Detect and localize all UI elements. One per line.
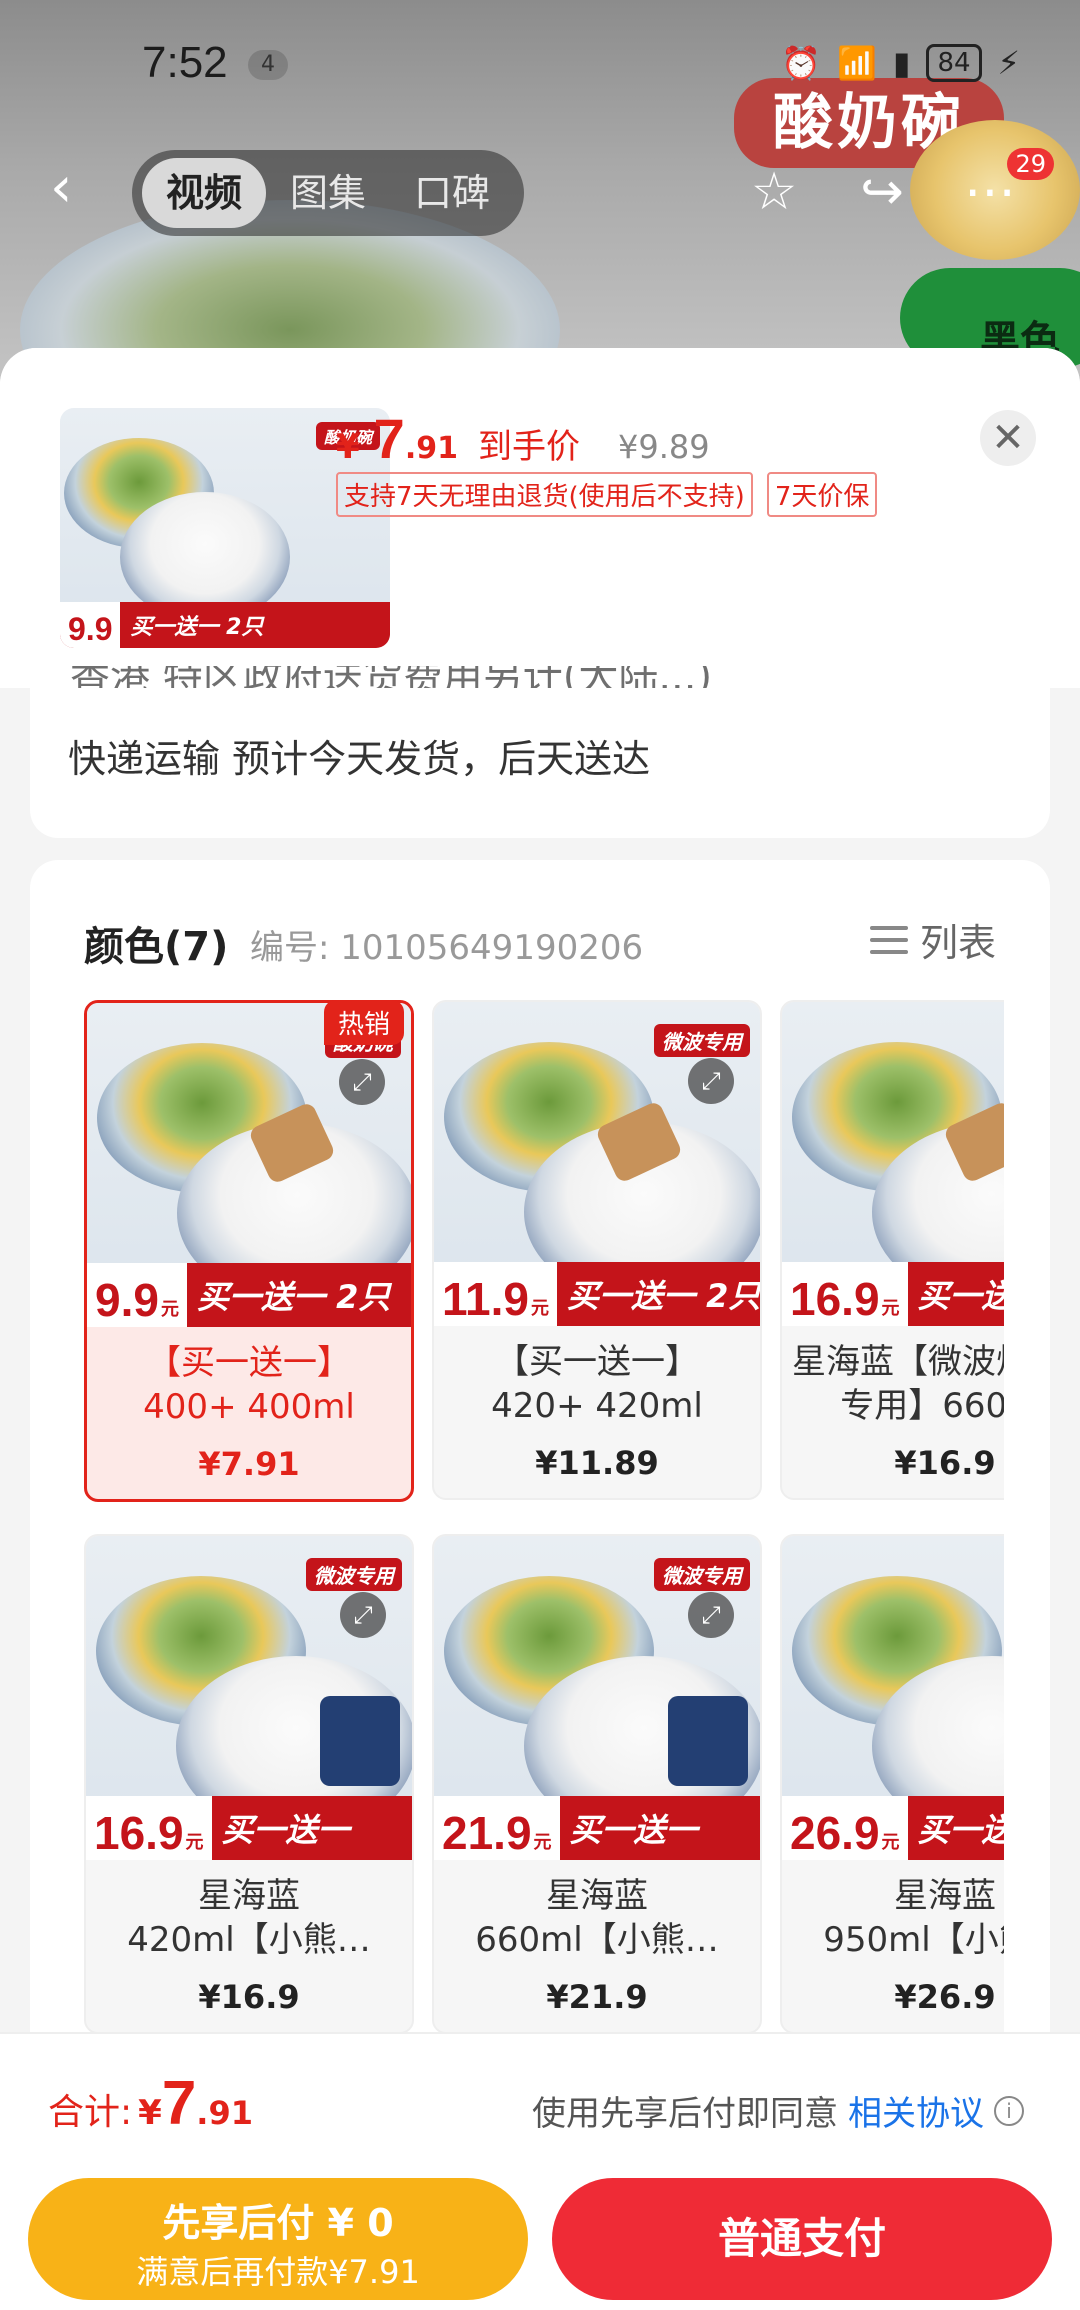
price-row: ¥ 7 .91 到手价 ¥9.89	[336, 406, 710, 471]
price-integer: 7	[373, 407, 405, 470]
tab-video[interactable]: 视频	[142, 158, 267, 228]
thumb-banner-price: 9.9	[60, 602, 121, 648]
share-icon[interactable]: ↪	[850, 160, 914, 224]
option-price: ¥7.91	[198, 1445, 300, 1483]
return-policy-tag: 支持7天无理由退货(使用后不支持)	[336, 472, 753, 517]
total-price: 合计: ¥ 7 .91	[48, 2068, 253, 2139]
alert-icon: ▮	[892, 44, 911, 82]
hot-sale-badge: 热销	[324, 1000, 405, 1045]
color-option[interactable]: 微波专用 ⤢ 11.9 元买一送一 2只 【买一送一】 420+ 420ml ¥1…	[432, 1000, 762, 1500]
option-corner-tag: 微波专用	[654, 1024, 750, 1057]
shipping-card: 香港 特区政府送货费用另计(大陆...) 快递运输 预计今天发货，后天送达	[30, 666, 1050, 838]
total-label: 合计:	[48, 2092, 133, 2133]
option-price: ¥21.9	[546, 1978, 648, 2016]
color-title: 颜色(7)	[84, 924, 229, 970]
sku-selection-sheet: 酸奶碗 9.9 买一送一 2只 ¥ 7 .91 到手价 ¥9.89 支持7天无理…	[0, 348, 1080, 2310]
more-count-badge: 29	[1007, 148, 1054, 180]
lunch-bag-illustration	[320, 1696, 400, 1786]
color-option[interactable]: 26.9元买一送一 星海蓝 950ml【小熊… ¥26.9	[780, 1534, 1004, 2034]
agreement-text: 使用先享后付即同意	[532, 2094, 838, 2134]
option-banner-text: 买一送一 2只	[567, 1277, 760, 1315]
option-banner-price: 26.9 元	[782, 1796, 908, 1860]
notification-badge: 4	[248, 50, 288, 80]
expand-icon[interactable]: ⤢	[688, 1592, 734, 1638]
color-option[interactable]: 16.9元买一送一 星海蓝【微波炉加热专用】660ml ¥16.9	[780, 1000, 1004, 1500]
option-name: 【买一送一】 420+ 420ml	[491, 1342, 703, 1426]
list-icon	[869, 922, 908, 958]
status-icons: ⏰ 📶 ▮ 84 ⚡	[781, 44, 1020, 82]
list-view-label: 列表	[919, 921, 996, 965]
option-banner-text: 买一送一	[221, 1811, 350, 1849]
agreement-notice: 使用先享后付即同意 相关协议 i	[532, 2086, 1024, 2135]
product-code: 编号: 10105649190206	[250, 928, 644, 968]
wifi-icon: 📶	[836, 44, 877, 82]
tab-reviews[interactable]: 口碑	[390, 158, 514, 228]
option-name: 星海蓝 420ml【小熊…	[127, 1876, 371, 1960]
original-price: ¥9.89	[617, 428, 710, 466]
option-banner-price: 16.9 元	[782, 1262, 908, 1326]
pay-later-title: 先享后付 ¥ 0	[162, 2201, 394, 2245]
charging-icon: ⚡	[997, 44, 1020, 82]
shipping-info: 快递运输 预计今天发货，后天送达	[68, 737, 651, 781]
option-price: ¥16.9	[894, 1444, 996, 1482]
option-corner-tag: 微波专用	[654, 1558, 750, 1591]
color-option[interactable]: 微波专用 ⤢ 16.9 元买一送一 星海蓝 420ml【小熊… ¥16.9	[84, 1534, 414, 2034]
price-decimal: .91	[404, 431, 458, 466]
option-banner-price: 16.9 元	[86, 1796, 212, 1860]
media-tabs: 视频 图集 口碑	[132, 150, 525, 236]
favorite-star-icon[interactable]: ☆	[742, 160, 806, 224]
top-nav: ‹ 视频 图集 口碑 ☆ ↪ ⋯ 29	[0, 148, 1080, 248]
back-button[interactable]: ‹	[50, 158, 110, 218]
option-name: 星海蓝【微波炉加热专用】660ml	[792, 1342, 1004, 1426]
option-price: ¥11.89	[535, 1444, 659, 1482]
option-name: 【买一送一】 400+ 400ml	[143, 1343, 355, 1427]
checkout-bar: 合计: ¥ 7 .91 使用先享后付即同意 相关协议 i 先享后付 ¥ 0 满意…	[0, 2032, 1080, 2310]
option-name: 星海蓝 950ml【小熊…	[823, 1876, 1004, 1960]
list-view-toggle[interactable]: 列表	[869, 912, 996, 967]
option-banner-price: 11.9 元	[434, 1262, 557, 1326]
option-name: 星海蓝 660ml【小熊…	[475, 1876, 719, 1960]
expand-icon[interactable]: ⤢	[339, 1059, 385, 1105]
total-currency: ¥	[138, 2093, 162, 2133]
agreement-link[interactable]: 相关协议	[848, 2086, 984, 2135]
option-corner-tag: 微波专用	[306, 1558, 402, 1591]
battery-icon: 84	[926, 44, 982, 82]
status-bar: 7:52 4 ⏰ 📶 ▮ 84 ⚡	[0, 0, 1080, 120]
color-option[interactable]: 微波专用 ⤢ 21.9 元买一送一 星海蓝 660ml【小熊… ¥21.9	[432, 1534, 762, 2034]
info-icon[interactable]: i	[994, 2095, 1024, 2126]
option-banner-price: 9.9 元	[87, 1263, 187, 1327]
final-price-label: 到手价	[477, 427, 580, 467]
price-protection-tag: 7天价保	[766, 472, 878, 517]
expand-icon[interactable]: ⤢	[340, 1592, 386, 1638]
pay-later-button[interactable]: 先享后付 ¥ 0 满意后再付款¥7.91	[28, 2178, 528, 2300]
option-banner-text: 买一送一	[569, 1811, 698, 1849]
alarm-icon: ⏰	[781, 44, 821, 82]
color-selector: 颜色(7) 编号: 10105649190206 列表 酸奶碗 ⤢ 9.9元买一…	[30, 860, 1050, 2110]
pay-later-subtitle: 满意后再付款¥7.91	[136, 2253, 420, 2291]
option-banner-text: 买一送一 2只	[196, 1278, 391, 1316]
shipping-address-partial: 香港 特区政府送货费用另计(大陆...)	[70, 666, 712, 688]
option-banner-price: 21.9 元	[434, 1796, 560, 1860]
option-banner-text: 买一送一	[917, 1277, 1004, 1315]
price-currency: ¥	[336, 427, 360, 467]
total-integer: 7	[161, 2069, 197, 2138]
color-option-grid: 酸奶碗 ⤢ 9.9元买一送一 2只 【买一送一】 400+ 400ml ¥7.9…	[84, 1000, 1004, 2110]
normal-pay-button[interactable]: 普通支付	[552, 2178, 1052, 2300]
total-decimal: .91	[196, 2094, 253, 2132]
option-price: ¥26.9	[894, 1978, 996, 2016]
option-price: ¥16.9	[198, 1978, 300, 2016]
status-time: 7:52	[142, 38, 228, 87]
expand-icon[interactable]: ⤢	[688, 1058, 734, 1104]
service-tags: 支持7天无理由退货(使用后不支持) 7天价保	[336, 472, 878, 517]
color-option[interactable]: 酸奶碗 ⤢ 9.9元买一送一 2只 【买一送一】 400+ 400ml ¥7.9…	[84, 1000, 414, 1502]
thumb-banner-text: 买一送一 2只	[130, 615, 264, 640]
sheet-header: 酸奶碗 9.9 买一送一 2只 ¥ 7 .91 到手价 ¥9.89 支持7天无理…	[0, 348, 1080, 688]
close-button[interactable]: ✕	[980, 410, 1036, 466]
tab-gallery[interactable]: 图集	[266, 158, 390, 228]
option-banner-text: 买一送一	[917, 1811, 1004, 1849]
lunch-bag-illustration	[668, 1696, 748, 1786]
